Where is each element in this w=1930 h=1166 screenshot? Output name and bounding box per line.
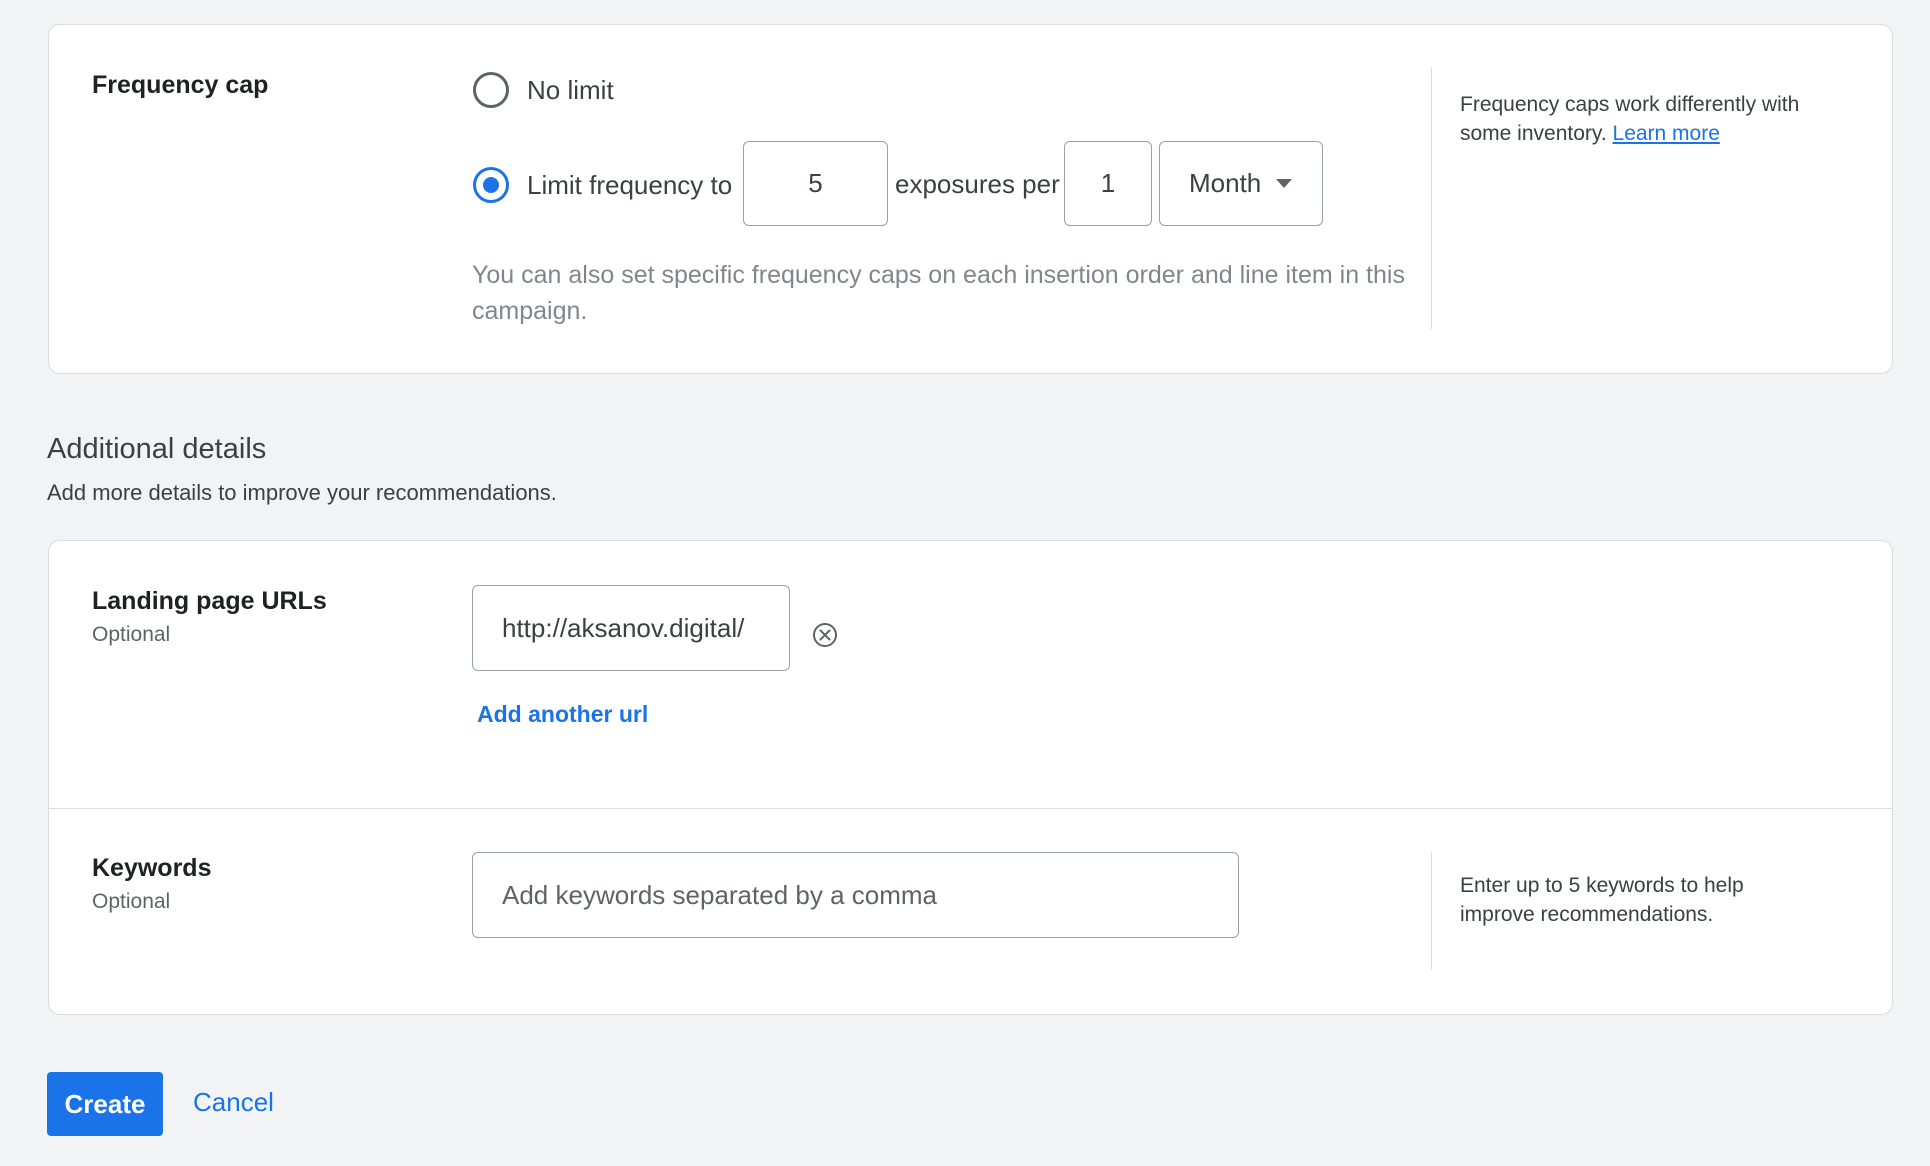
radio-limit-frequency-label: Limit frequency to bbox=[527, 169, 733, 200]
clear-url-icon[interactable] bbox=[811, 621, 839, 649]
exposures-count-input[interactable]: 5 bbox=[743, 141, 888, 226]
period-unit-value: Month bbox=[1189, 168, 1262, 198]
period-count-input[interactable]: 1 bbox=[1064, 141, 1152, 226]
exposures-per-label: exposures per bbox=[895, 169, 1060, 199]
keywords-help-divider bbox=[1431, 852, 1432, 970]
frequency-help: Frequency caps work differently with som… bbox=[1460, 90, 1830, 148]
landing-page-title: Landing page URLs bbox=[92, 587, 327, 615]
frequency-cap-card: Frequency cap No limit Limit frequency t… bbox=[48, 24, 1893, 374]
keywords-input[interactable]: Add keywords separated by a comma bbox=[472, 852, 1239, 938]
add-another-url-link[interactable]: Add another url bbox=[477, 701, 648, 728]
keywords-optional: Optional bbox=[92, 890, 171, 913]
section-divider bbox=[49, 808, 1892, 809]
keywords-help-text: Enter up to 5 keywords to help improve r… bbox=[1460, 874, 1744, 926]
radio-limit-frequency-circle[interactable] bbox=[473, 167, 509, 203]
radio-no-limit[interactable]: No limit bbox=[473, 72, 614, 108]
frequency-cap-title: Frequency cap bbox=[92, 71, 269, 99]
help-divider bbox=[1431, 67, 1432, 329]
additional-details-subtitle: Add more details to improve your recomme… bbox=[47, 480, 557, 505]
cancel-button[interactable]: Cancel bbox=[193, 1087, 274, 1118]
keywords-placeholder: Add keywords separated by a comma bbox=[502, 879, 937, 910]
radio-no-limit-circle[interactable] bbox=[473, 72, 509, 108]
additional-details-title: Additional details bbox=[47, 433, 267, 465]
keywords-title: Keywords bbox=[92, 854, 212, 882]
radio-limit-frequency[interactable]: Limit frequency to bbox=[473, 167, 732, 203]
landing-url-input[interactable]: http://aksanov.digital/ bbox=[472, 585, 790, 671]
dropdown-arrow-icon bbox=[1276, 179, 1292, 188]
additional-details-card: Landing page URLs Optional http://aksano… bbox=[48, 540, 1893, 1015]
frequency-hint: You can also set specific frequency caps… bbox=[472, 261, 1405, 325]
create-button[interactable]: Create bbox=[47, 1072, 163, 1136]
learn-more-link[interactable]: Learn more bbox=[1613, 122, 1720, 145]
radio-no-limit-label: No limit bbox=[527, 74, 614, 105]
landing-page-optional: Optional bbox=[92, 623, 171, 646]
period-unit-select[interactable]: Month bbox=[1159, 141, 1323, 226]
